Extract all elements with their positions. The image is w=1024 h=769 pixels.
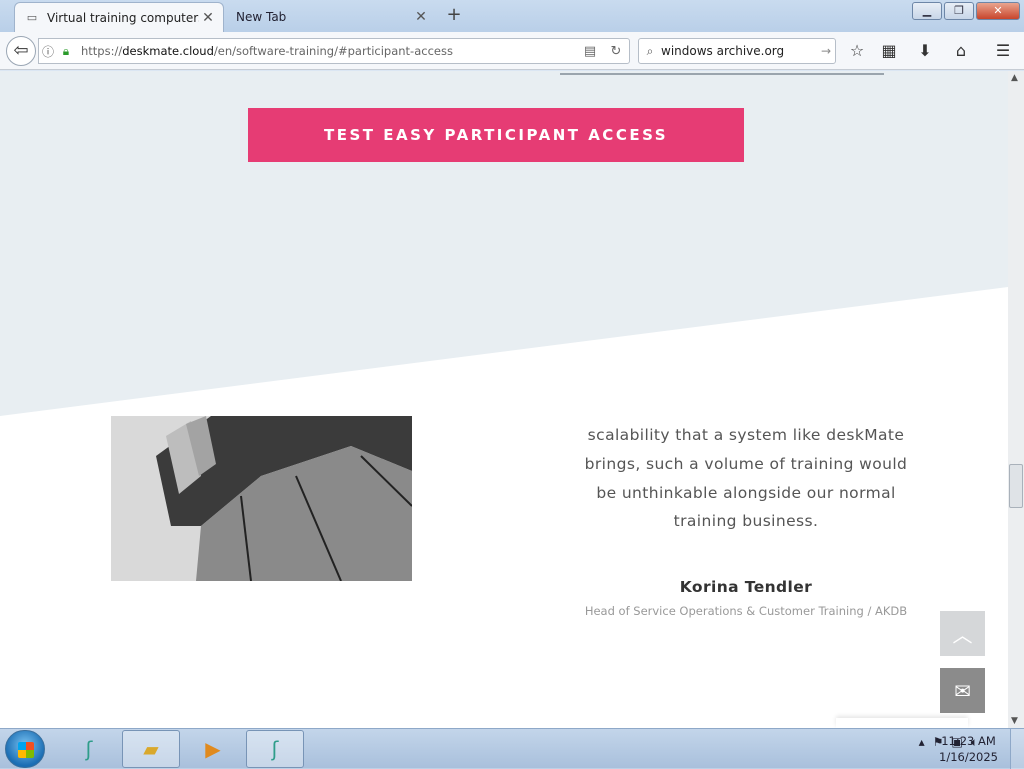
testimonial-role: Head of Service Operations & Customer Tr… <box>584 604 908 618</box>
page-content: TEST EASY PARTICIPANT ACCESS scalability… <box>0 71 1008 728</box>
building-image <box>111 416 412 581</box>
address-bar[interactable]: ⓘ 🔒︎ https://deskmate.cloud/en/software-… <box>38 38 630 64</box>
folder-icon: ▰ <box>143 737 159 761</box>
seahorse-icon: ʃ <box>85 737 93 761</box>
lock-icon: 🔒︎ <box>62 43 70 58</box>
scroll-to-top-button[interactable]: ︿ <box>940 611 985 656</box>
search-bar[interactable]: ⌕ windows archive.org → <box>638 38 836 64</box>
new-tab-button[interactable]: + <box>444 5 464 25</box>
tab-title: Virtual training computers fo <box>47 10 199 25</box>
browser-window: ▭ Virtual training computers fo ✕ New Ta… <box>0 0 1024 728</box>
bookmark-star-icon[interactable]: ☆ <box>846 40 868 62</box>
close-tab-icon[interactable]: ✕ <box>412 9 430 25</box>
envelope-icon: ✉ <box>954 678 971 703</box>
info-icon[interactable]: ⓘ <box>39 43 57 60</box>
testimonial-photo <box>111 416 412 581</box>
close-window-button[interactable]: ✕ <box>976 2 1020 20</box>
tab-strip: ▭ Virtual training computers fo ✕ New Ta… <box>0 0 1024 32</box>
page-icon: ▭ <box>26 11 38 24</box>
media-player-taskbar-button[interactable]: ▶ <box>184 730 242 768</box>
chevron-up-icon: ︿ <box>952 623 973 647</box>
downloads-icon[interactable]: ⬇ <box>914 40 936 62</box>
recaptcha-badge <box>836 718 968 728</box>
browser-taskbar-button[interactable]: ʃ <box>246 730 304 768</box>
reload-icon[interactable]: ↻ <box>603 44 629 59</box>
tab-new-tab[interactable]: New Tab ✕ <box>226 2 436 32</box>
taskbar: ʃ ▰ ▶ ʃ ▴ ⚑ ▣ 🔈︎ 11:23 AM 1/16/2025 <box>0 728 1024 769</box>
contact-mail-button[interactable]: ✉ <box>940 668 985 713</box>
clock-time: 11:23 AM <box>941 734 996 748</box>
app-icon-seahorse[interactable]: ʃ <box>60 730 118 768</box>
restore-button[interactable]: ❐ <box>944 2 974 20</box>
url-prefix: https:// <box>81 44 123 58</box>
close-tab-icon[interactable]: ✕ <box>199 10 217 26</box>
clock[interactable]: 11:23 AM 1/16/2025 <box>939 733 998 765</box>
navigation-bar: ⇦ ⓘ 🔒︎ https://deskmate.cloud/en/softwar… <box>0 32 1024 70</box>
scrollbar-thumb[interactable] <box>1009 464 1023 508</box>
url-path: /en/software-training/#participant-acces… <box>213 44 453 58</box>
window-controls: ▁ ❐ ✕ <box>910 2 1020 20</box>
reading-list-icon[interactable]: ▦ <box>878 40 900 62</box>
reader-view-icon[interactable]: ▤ <box>577 44 603 59</box>
seahorse-icon: ʃ <box>271 737 279 761</box>
url-text[interactable]: https://deskmate.cloud/en/software-train… <box>75 44 577 58</box>
search-icon: ⌕ <box>646 43 654 58</box>
search-go-icon[interactable]: → <box>817 44 835 58</box>
scroll-down-arrow-icon[interactable]: ▼ <box>1011 716 1018 726</box>
home-icon[interactable]: ⌂ <box>950 40 972 62</box>
menu-icon[interactable]: ☰ <box>992 40 1014 62</box>
search-input[interactable]: windows archive.org <box>661 44 817 58</box>
testimonial-author: Korina Tendler <box>679 578 813 596</box>
media-player-icon: ▶ <box>205 737 221 761</box>
tab-deskmate[interactable]: ▭ Virtual training computers fo ✕ <box>14 2 224 32</box>
clock-date: 1/16/2025 <box>939 750 998 764</box>
testimonial-quote: scalability that a system like deskMate … <box>584 426 908 531</box>
start-button[interactable] <box>5 730 45 768</box>
test-participant-access-button[interactable]: TEST EASY PARTICIPANT ACCESS <box>248 108 744 162</box>
decorative-divider <box>560 71 884 75</box>
show-desktop-button[interactable] <box>1010 729 1024 769</box>
minimize-button[interactable]: ▁ <box>912 2 942 20</box>
scroll-up-arrow-icon[interactable]: ▲ <box>1011 73 1018 83</box>
page-scrollbar[interactable]: ▲ ▼ <box>1008 71 1024 728</box>
file-explorer-taskbar-button[interactable]: ▰ <box>122 730 180 768</box>
show-hidden-icons-icon[interactable]: ▴ <box>919 735 925 750</box>
tab-title: New Tab <box>236 10 287 24</box>
back-button[interactable]: ⇦ <box>6 36 36 66</box>
url-host: deskmate.cloud <box>122 44 214 58</box>
